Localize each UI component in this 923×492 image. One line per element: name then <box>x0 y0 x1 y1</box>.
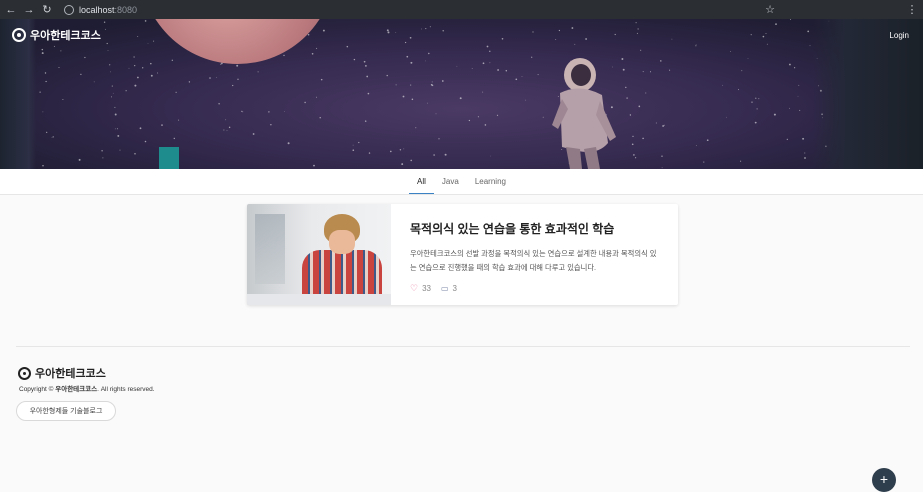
url-text: localhost:8080 <box>79 4 138 15</box>
tab-learning[interactable]: Learning <box>467 169 514 186</box>
brand-name: 우아한테크코스 <box>30 30 101 42</box>
post-title[interactable]: 목적의식 있는 연습을 통한 효과적인 학습 <box>410 220 658 237</box>
add-post-button[interactable]: + <box>872 468 896 492</box>
heart-icon[interactable]: ♡ <box>410 283 418 294</box>
hero-banner <box>0 19 923 169</box>
footer-brand-name: 우아한테크코스 <box>35 368 106 380</box>
browser-toolbar: ← → ↻ localhost:8080 ☆ ⋮ <box>0 0 923 19</box>
post-description: 우아한테크코스의 선발 과정을 목적의식 있는 연습으로 설계한 내용과 목적의… <box>410 249 657 272</box>
comment-count: 3 <box>452 284 457 293</box>
bookmark-star-icon[interactable]: ☆ <box>765 3 775 16</box>
teal-block <box>159 147 179 169</box>
footer-logo-icon <box>18 366 31 380</box>
footer-brand: 우아한테크코스 <box>18 365 106 381</box>
forward-arrow-icon[interactable]: → <box>22 3 36 17</box>
tab-java[interactable]: Java <box>434 169 467 186</box>
post-card[interactable]: 목적의식 있는 연습을 통한 효과적인 학습 우아한테크코스의 선발 과정을 목… <box>247 204 678 305</box>
post-thumbnail[interactable] <box>247 204 391 305</box>
info-icon[interactable] <box>64 4 74 15</box>
tab-all[interactable]: All <box>409 169 434 194</box>
login-link[interactable]: Login <box>889 31 909 40</box>
back-arrow-icon[interactable]: ← <box>4 3 18 17</box>
post-body: 목적의식 있는 연습을 통한 효과적인 학습 우아한테크코스의 선발 과정을 목… <box>391 204 678 305</box>
like-count: 33 <box>422 284 431 293</box>
starfield <box>39 19 830 169</box>
tech-blog-button[interactable]: 우아한형제들 기술블로그 <box>16 401 116 421</box>
post-meta: ♡ 33 ▭ 3 <box>410 283 658 294</box>
copyright-text: Copyright © 우아한테크코스. All rights reserved… <box>19 386 155 393</box>
astronaut-illustration <box>552 58 616 169</box>
menu-kebab-icon[interactable]: ⋮ <box>905 3 919 16</box>
address-bar[interactable]: localhost:8080 <box>64 3 765 17</box>
site-header-brand[interactable]: 우아한테크코스 <box>12 27 101 43</box>
category-tabs: All Java Learning <box>0 169 923 195</box>
logo-icon <box>12 28 26 42</box>
hero-right-frame <box>813 19 923 169</box>
reload-icon[interactable]: ↻ <box>40 3 54 17</box>
comment-icon[interactable]: ▭ <box>441 284 449 293</box>
footer-divider <box>16 346 910 347</box>
